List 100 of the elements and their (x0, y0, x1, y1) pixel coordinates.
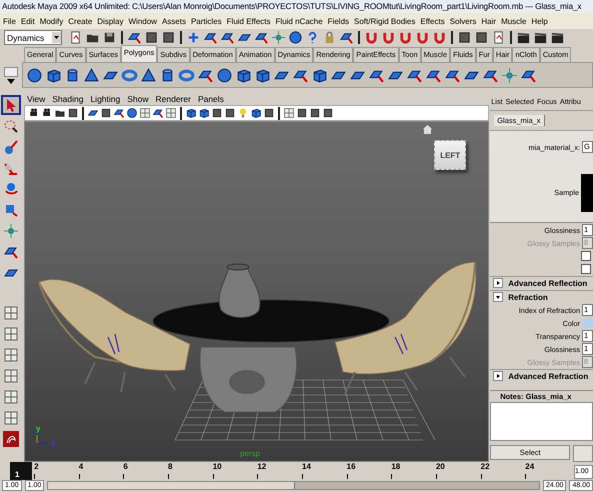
clapperboard-icon[interactable] (516, 30, 531, 45)
menu-item[interactable]: Create (68, 16, 92, 26)
polygon-tool-icon[interactable] (112, 107, 125, 119)
section-header[interactable]: Refraction (508, 292, 548, 302)
layout-icon[interactable] (164, 107, 177, 119)
panel-menu-item[interactable]: Shading (52, 94, 84, 104)
frame-number: 6 (123, 462, 128, 471)
layout-icon[interactable] (282, 107, 295, 119)
shaded-box-icon[interactable] (66, 107, 79, 119)
menu-item[interactable]: Particles (190, 16, 222, 26)
caret-icon[interactable] (7, 78, 15, 84)
menu-item[interactable]: Solvers (450, 16, 476, 26)
shaded-box-icon[interactable] (474, 30, 489, 45)
checkbox[interactable] (581, 251, 592, 262)
menu-item[interactable]: Modify (40, 16, 64, 26)
layout-icon[interactable] (2, 410, 19, 426)
menu-item[interactable]: Fluid nCache (276, 16, 323, 26)
camera-icon[interactable] (40, 107, 53, 119)
panel-menu-item[interactable]: Lighting (90, 94, 120, 104)
plus-icon[interactable] (186, 30, 201, 45)
panel-menu-item[interactable]: Renderer (156, 94, 191, 104)
view-cube[interactable]: LEFT (434, 140, 466, 170)
caret-icon (54, 36, 59, 39)
shaded-box-icon[interactable] (308, 107, 321, 119)
menu-item[interactable]: Window (128, 16, 157, 26)
sphere-icon[interactable] (216, 66, 233, 84)
menu-item[interactable]: Muscle (501, 16, 526, 26)
paint-brush-icon (2, 139, 19, 155)
layout-icon[interactable] (2, 305, 19, 321)
cube-icon[interactable] (235, 66, 252, 84)
cube-icon[interactable] (254, 66, 271, 84)
cube-icon[interactable] (250, 107, 262, 119)
section-header[interactable]: Advanced Reflection (508, 278, 588, 288)
magnet-icon[interactable] (415, 30, 430, 45)
menu-item[interactable]: Fluid Effects (226, 16, 271, 26)
magnet-icon[interactable] (398, 30, 413, 45)
cube-icon[interactable] (198, 107, 210, 119)
polygon-tool-icon[interactable] (152, 107, 164, 119)
range-slider-handle[interactable] (48, 482, 295, 489)
expand-toggle[interactable] (493, 292, 504, 302)
camera-icon[interactable] (28, 107, 40, 119)
color-swatch[interactable] (582, 318, 593, 328)
current-frame[interactable]: 1 (10, 462, 32, 480)
home-icon[interactable] (423, 125, 432, 134)
layout-icon[interactable] (2, 326, 19, 342)
menu-item[interactable]: Effects (420, 16, 445, 26)
menu-item[interactable]: Assets (162, 16, 186, 26)
layout-icon[interactable] (138, 107, 151, 119)
layout-icon[interactable] (2, 368, 19, 384)
layout-icon[interactable] (2, 389, 19, 405)
section-header[interactable]: Advanced Refraction (508, 372, 588, 381)
cone-icon[interactable] (83, 66, 100, 84)
menu-item[interactable]: File (3, 16, 16, 26)
range-slider[interactable] (47, 481, 540, 490)
menu-item[interactable]: Help (531, 16, 548, 26)
magnet-icon[interactable] (364, 30, 379, 45)
sphere-icon[interactable] (126, 107, 138, 119)
panel-menu-item[interactable]: Show (127, 94, 148, 104)
shaded-box-icon[interactable] (100, 107, 112, 119)
menu-set-dropdown[interactable]: Dynamics (4, 30, 62, 45)
sphere-icon[interactable] (26, 66, 43, 84)
cube-icon[interactable] (45, 66, 62, 84)
cube-icon[interactable] (184, 107, 197, 119)
lasso-icon (2, 118, 19, 134)
menu-item[interactable]: Hair (481, 16, 496, 26)
sphere-icon[interactable] (288, 30, 303, 45)
magnet-icon[interactable] (381, 30, 396, 45)
expand-toggle[interactable] (493, 278, 504, 288)
magnet-icon[interactable] (432, 30, 447, 45)
shaded-box-icon[interactable] (296, 107, 308, 119)
axis-label: z (50, 438, 55, 447)
frame-number: 22 (480, 462, 490, 471)
menu-item[interactable]: Fields (328, 16, 350, 26)
panel-menu-item[interactable]: View (26, 94, 46, 104)
shaded-box-icon[interactable] (457, 30, 472, 45)
menu-item[interactable]: Edit (20, 16, 35, 26)
notes-field[interactable] (490, 402, 593, 441)
clapperboard-icon[interactable] (533, 30, 548, 45)
tool-button[interactable] (0, 95, 21, 115)
cube-icon[interactable] (311, 66, 328, 84)
shaded-box-icon[interactable] (322, 107, 334, 119)
menu-item[interactable]: Display (97, 16, 124, 26)
checkbox[interactable] (581, 264, 592, 274)
material-sample-swatch (581, 174, 593, 212)
save-icon[interactable] (102, 30, 117, 45)
layout-icon[interactable] (2, 347, 19, 363)
menu-item[interactable]: Soft/Rigid Bodies (354, 16, 416, 26)
expand-toggle[interactable] (493, 371, 504, 382)
shaded-box-icon[interactable] (224, 107, 236, 119)
cone-icon[interactable] (140, 66, 157, 84)
shaded-box-icon[interactable] (262, 107, 275, 119)
viewport[interactable]: LEFT y z persp (24, 121, 490, 462)
clapperboard-icon[interactable] (550, 30, 565, 45)
maya-logo-icon[interactable] (2, 431, 19, 447)
frame-number: 16 (346, 462, 356, 471)
shaded-box-icon[interactable] (210, 107, 223, 119)
button[interactable] (573, 445, 593, 462)
shaded-box-icon[interactable] (161, 30, 176, 45)
panel-menu-item[interactable]: Panels (198, 94, 224, 104)
shaded-box-icon[interactable] (144, 30, 159, 45)
